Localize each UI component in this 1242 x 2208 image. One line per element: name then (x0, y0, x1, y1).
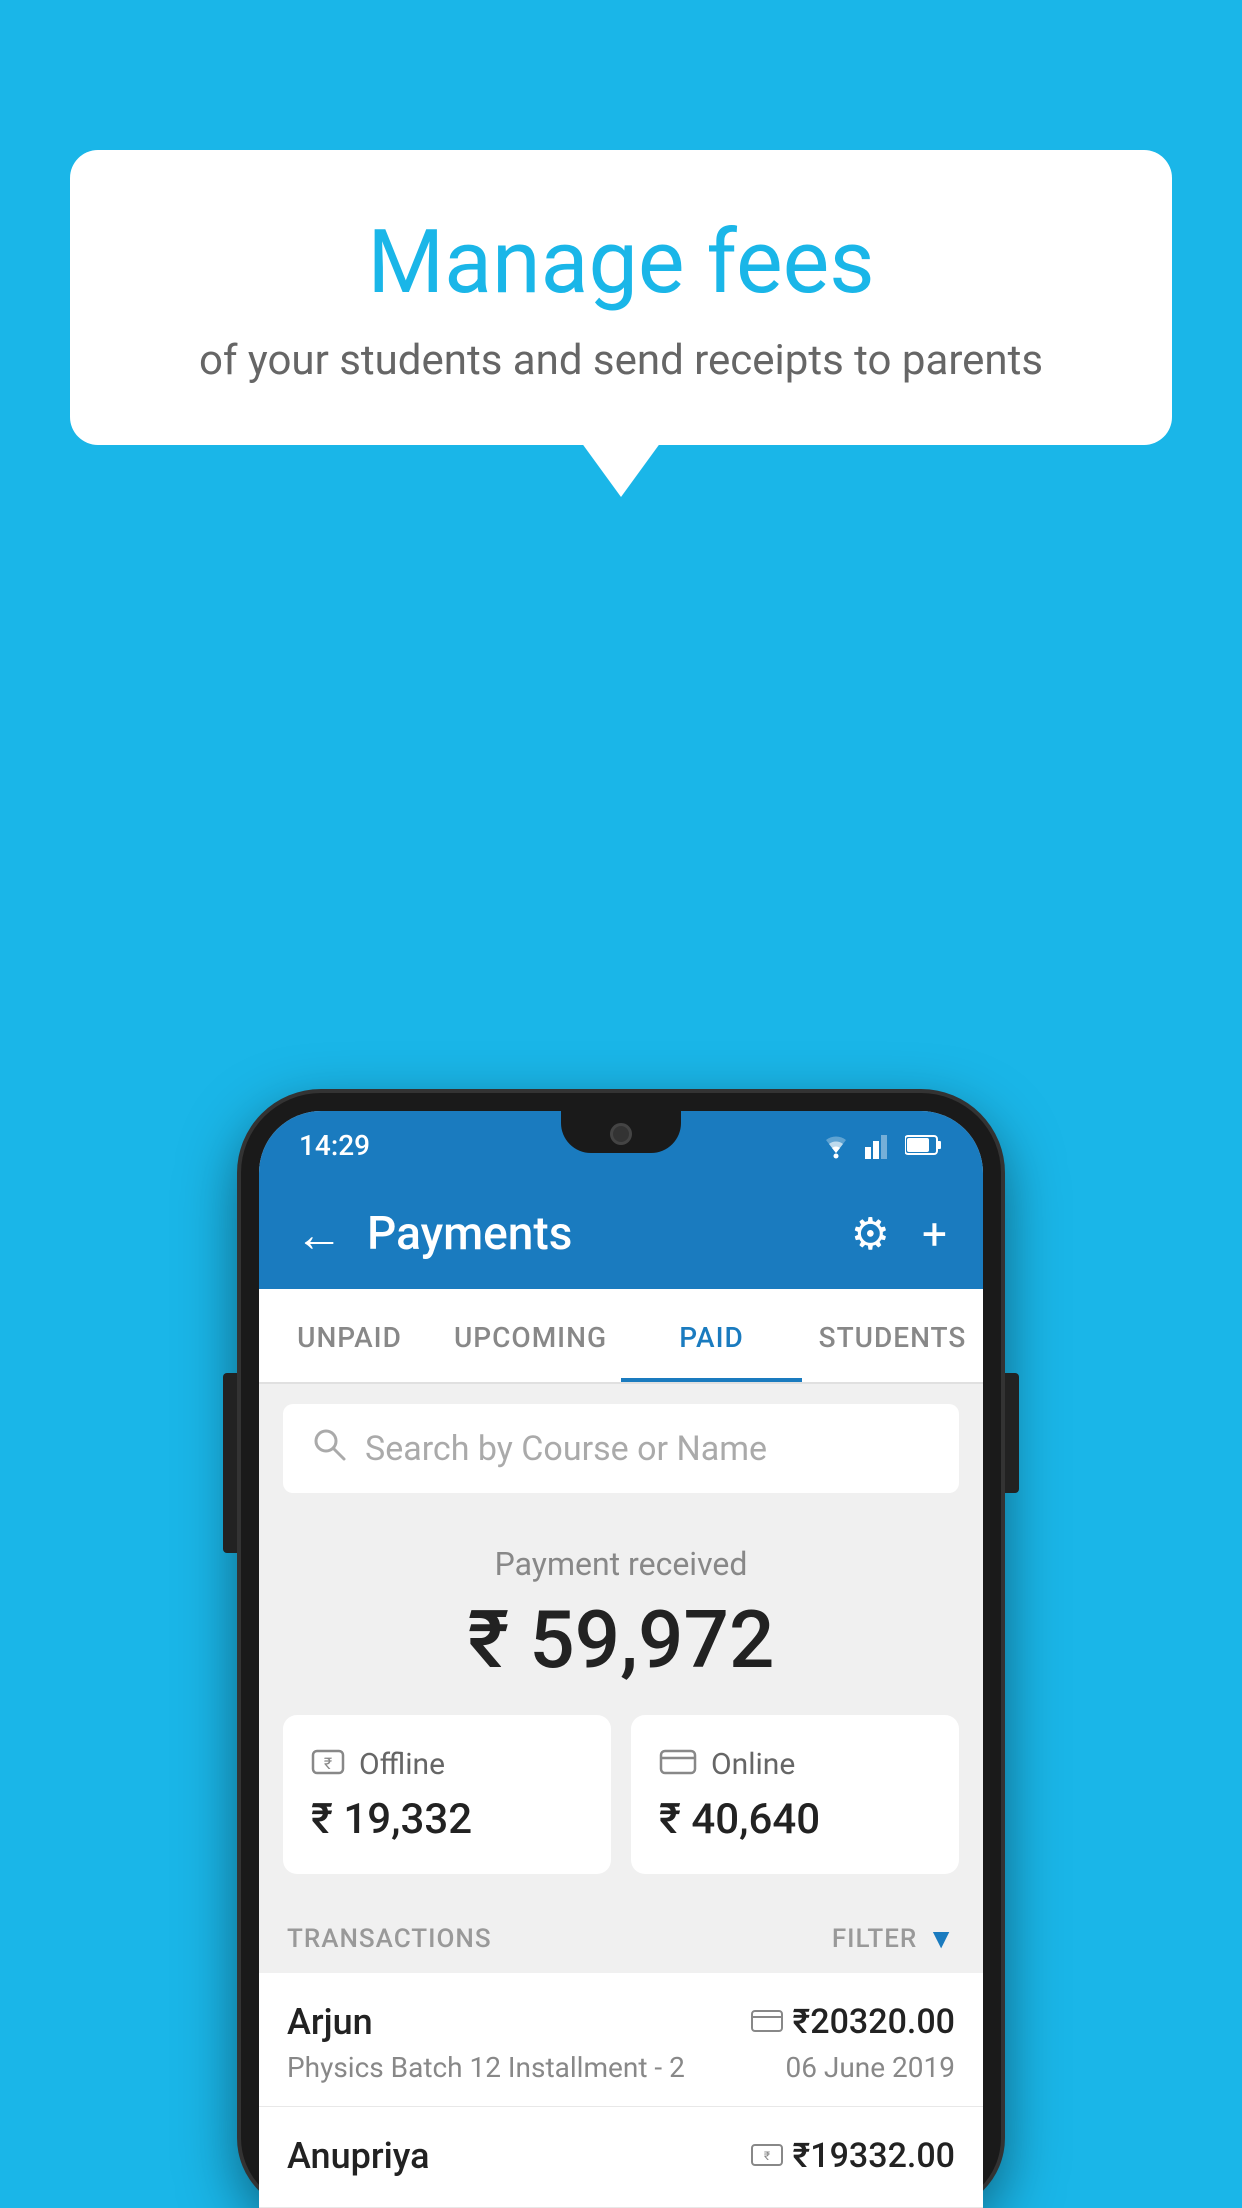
signal-icon (865, 1131, 893, 1159)
online-card-header: Online (659, 1745, 931, 1783)
rupee-card-icon: ₹ (311, 1745, 345, 1783)
search-icon (311, 1426, 347, 1471)
transaction-amount-wrap-2: ₹ ₹19332.00 (751, 2136, 955, 2176)
camera-notch (610, 1123, 632, 1145)
transaction-row[interactable]: Anupriya ₹ ₹19332.00 (259, 2107, 983, 2208)
main-content: Search by Course or Name Payment receive… (259, 1404, 983, 2208)
online-label: Online (711, 1747, 795, 1782)
payment-received-label: Payment received (259, 1545, 983, 1583)
speech-bubble-container: Manage fees of your students and send re… (70, 150, 1172, 445)
phone-device: 14:29 (241, 1093, 1001, 2208)
transaction-name-2: Anupriya (287, 2135, 430, 2177)
tabs: UNPAID UPCOMING PAID STUDENTS (259, 1289, 983, 1384)
transaction-name: Arjun (287, 2001, 373, 2043)
transaction-row[interactable]: Arjun ₹20320.00 (259, 1973, 983, 2107)
app-bar-title: Payments (367, 1207, 851, 1261)
transaction-amount-wrap: ₹20320.00 (751, 2002, 955, 2042)
payment-cards-row: ₹ Offline ₹ 19,332 (259, 1715, 983, 1902)
online-card: Online ₹ 40,640 (631, 1715, 959, 1874)
transaction-top: Arjun ₹20320.00 (287, 2001, 955, 2043)
bubble-title: Manage fees (150, 210, 1092, 316)
filter-label: FILTER (832, 1924, 917, 1954)
filter-icon: ▼ (927, 1922, 955, 1955)
battery-icon (905, 1134, 943, 1156)
notch (561, 1111, 681, 1153)
status-time: 14:29 (299, 1129, 370, 1162)
transaction-amount: ₹20320.00 (793, 2002, 955, 2042)
transactions-label: TRANSACTIONS (287, 1924, 492, 1954)
svg-text:₹: ₹ (763, 2149, 769, 2163)
transaction-top-2: Anupriya ₹ ₹19332.00 (287, 2135, 955, 2177)
svg-text:₹: ₹ (324, 1754, 332, 1773)
payment-received-section: Payment received ₹ 59,972 (259, 1513, 983, 1715)
tab-paid[interactable]: PAID (621, 1289, 802, 1382)
status-bar: 14:29 (259, 1111, 983, 1179)
filter-button[interactable]: FILTER ▼ (832, 1922, 955, 1955)
tab-students[interactable]: STUDENTS (802, 1289, 983, 1382)
bubble-subtitle: of your students and send receipts to pa… (150, 336, 1092, 385)
search-input-placeholder[interactable]: Search by Course or Name (365, 1429, 767, 1469)
transaction-bottom: Physics Batch 12 Installment - 2 06 June… (287, 2051, 955, 2084)
phone-outer-frame: 14:29 (241, 1093, 1001, 2208)
add-button[interactable]: + (922, 1208, 947, 1260)
offline-card-header: ₹ Offline (311, 1745, 583, 1783)
online-payment-icon (751, 2006, 783, 2039)
app-bar: ← Payments ⚙ + (259, 1179, 983, 1289)
tab-upcoming[interactable]: UPCOMING (440, 1289, 621, 1382)
status-icons (819, 1131, 943, 1159)
payment-received-amount: ₹ 59,972 (259, 1593, 983, 1687)
search-bar[interactable]: Search by Course or Name (283, 1404, 959, 1493)
credit-card-icon (659, 1745, 697, 1783)
transactions-header: TRANSACTIONS FILTER ▼ (259, 1902, 983, 1973)
phone-screen: 14:29 (259, 1111, 983, 2208)
offline-payment-icon: ₹ (751, 2140, 783, 2173)
offline-card: ₹ Offline ₹ 19,332 (283, 1715, 611, 1874)
transaction-amount-2: ₹19332.00 (793, 2136, 955, 2176)
offline-label: Offline (359, 1747, 445, 1782)
app-bar-actions: ⚙ + (851, 1208, 947, 1260)
speech-bubble: Manage fees of your students and send re… (70, 150, 1172, 445)
back-button[interactable]: ← (295, 1206, 343, 1263)
transaction-date: 06 June 2019 (785, 2051, 955, 2084)
offline-amount: ₹ 19,332 (311, 1795, 583, 1844)
wifi-icon (819, 1131, 853, 1159)
tab-unpaid[interactable]: UNPAID (259, 1289, 440, 1382)
online-amount: ₹ 40,640 (659, 1795, 931, 1844)
transaction-course: Physics Batch 12 Installment - 2 (287, 2051, 685, 2084)
settings-button[interactable]: ⚙ (851, 1208, 890, 1260)
